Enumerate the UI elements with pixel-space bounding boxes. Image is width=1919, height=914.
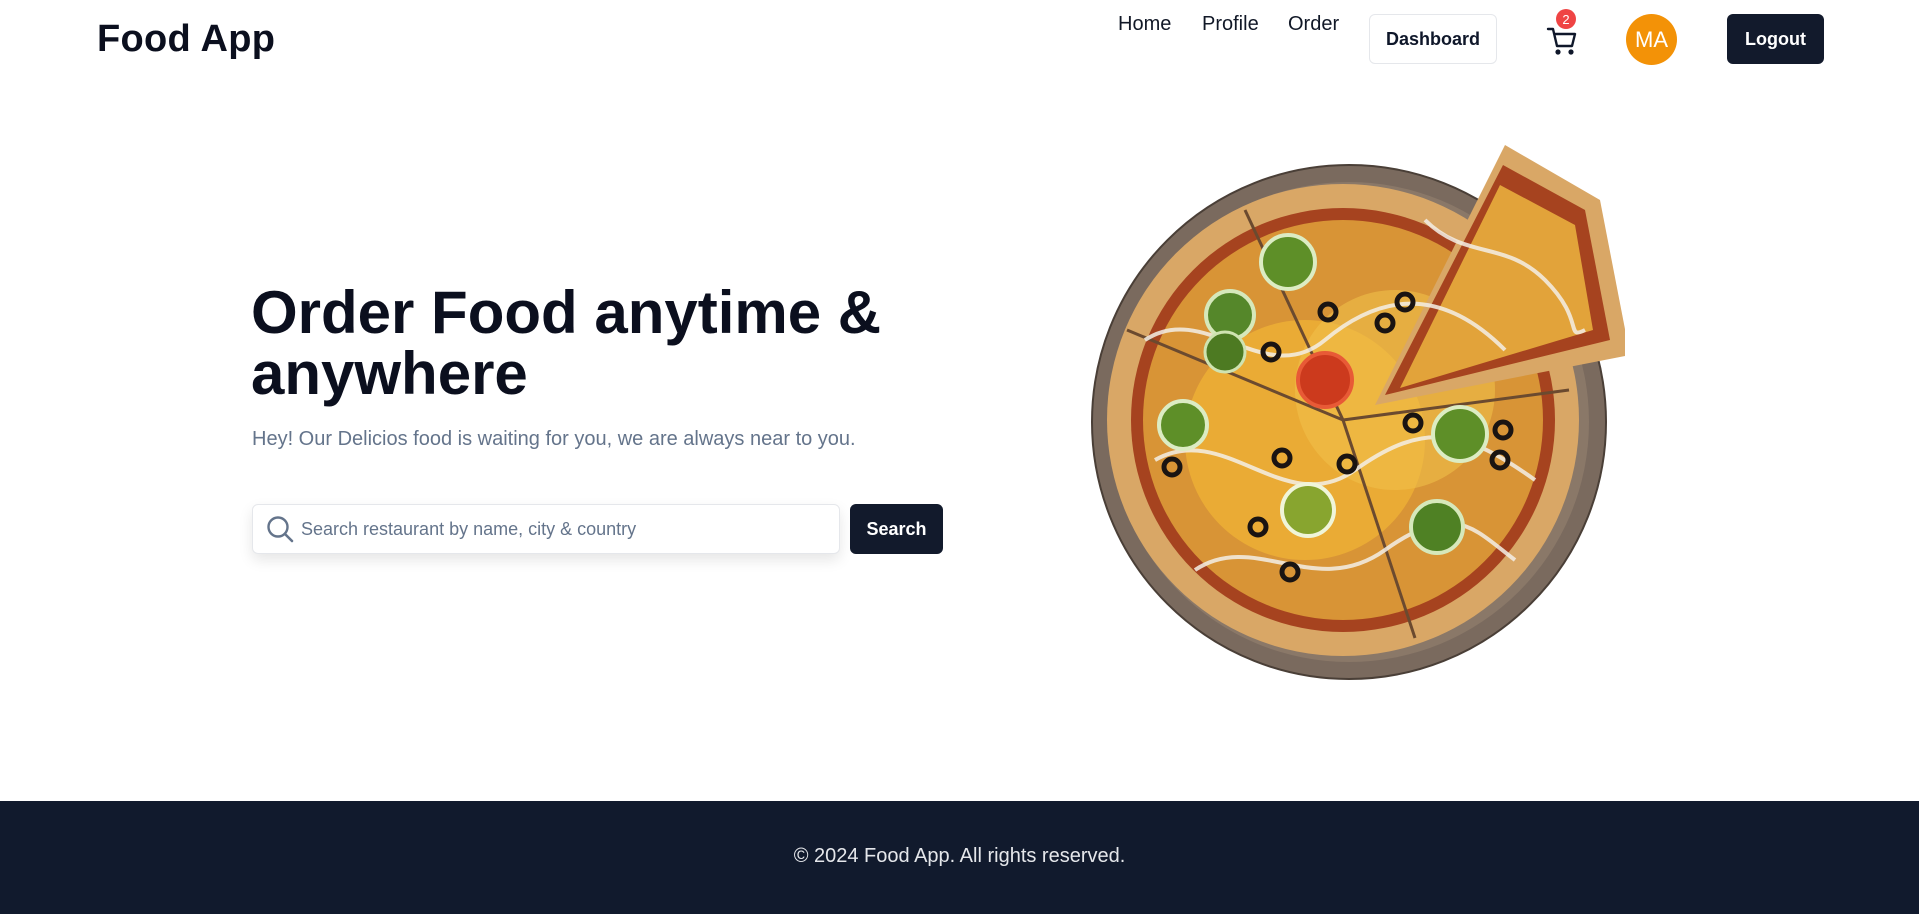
hero-title: Order Food anytime & anywhere: [251, 279, 882, 407]
nav-link-profile[interactable]: Profile: [1202, 13, 1259, 36]
pizza-image: [1091, 145, 1625, 680]
search-button[interactable]: Search: [850, 504, 943, 554]
footer-copyright: © 2024 Food App. All rights reserved.: [793, 845, 1126, 867]
cart-count-badge: 2: [1556, 9, 1576, 29]
search-bar[interactable]: [252, 504, 840, 554]
top-navbar: Food App Home Profile Order Dashboard 2 …: [0, 0, 1919, 82]
footer: © 2024 Food App. All rights reserved.: [0, 801, 1919, 914]
app-logo[interactable]: Food App: [97, 18, 275, 61]
hero-subtitle: Hey! Our Delicios food is waiting for yo…: [252, 428, 856, 450]
dashboard-button[interactable]: Dashboard: [1369, 14, 1497, 64]
nav-link-order[interactable]: Order: [1288, 13, 1339, 36]
nav-link-home[interactable]: Home: [1118, 13, 1171, 36]
search-icon: [267, 516, 294, 543]
user-avatar[interactable]: MA: [1626, 14, 1677, 65]
logout-button[interactable]: Logout: [1727, 14, 1824, 64]
search-input[interactable]: [301, 505, 831, 553]
